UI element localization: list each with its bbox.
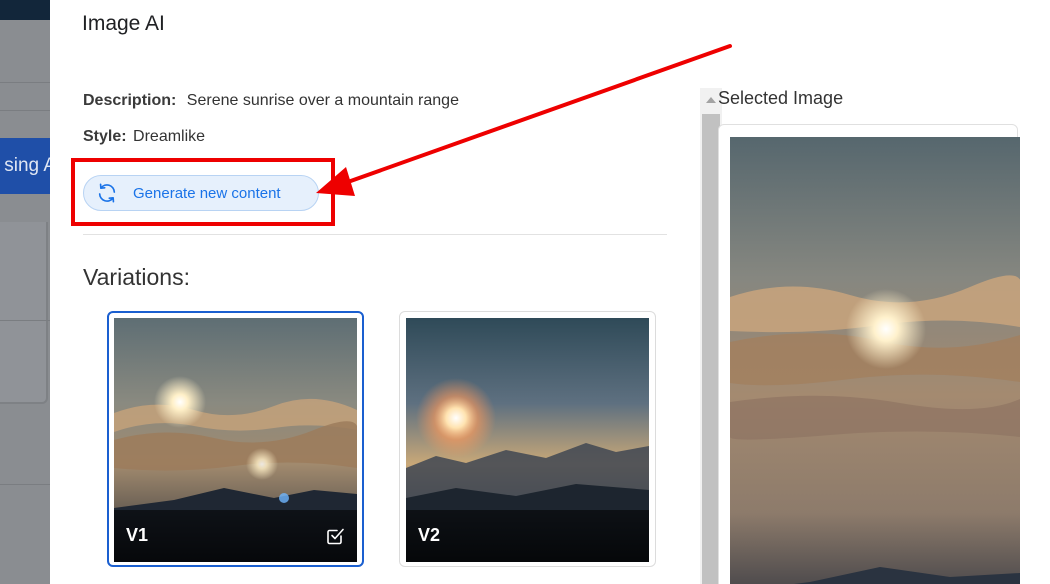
section-divider <box>83 234 667 235</box>
variation-card-v1[interactable]: V1 <box>107 311 364 567</box>
style-value: Dreamlike <box>133 128 206 145</box>
variation-label-v1: V1 <box>126 525 149 545</box>
background-divider <box>0 320 50 321</box>
background-divider <box>0 484 50 485</box>
generate-button-label: Generate new content <box>133 184 281 202</box>
variation-image-v1: V1 <box>114 318 357 562</box>
selected-image-frame <box>718 124 1020 584</box>
refresh-icon <box>96 182 118 204</box>
background-topbar <box>0 0 50 20</box>
modal-title: Image AI <box>82 12 165 35</box>
variation-image-v2: V2 <box>406 318 649 562</box>
variation-overlay: V1 <box>114 510 357 562</box>
description-row: Description: Serene sunrise over a mount… <box>83 92 459 110</box>
variation-card-v2[interactable]: V2 <box>399 311 656 567</box>
background-card <box>0 222 48 404</box>
variations-title: Variations: <box>83 264 190 290</box>
selected-image <box>730 137 1020 584</box>
style-label: Style: <box>83 128 127 145</box>
background-divider <box>0 82 50 83</box>
background-app: sing A <box>0 0 50 584</box>
description-label: Description: <box>83 92 177 109</box>
style-row: Style: Dreamlike <box>83 128 205 146</box>
background-divider <box>0 110 50 111</box>
background-primary-button: sing A <box>0 138 50 194</box>
selected-image-title: Selected Image <box>718 88 844 108</box>
checkbox-checked-icon[interactable] <box>325 526 345 546</box>
description-value: Serene sunrise over a mountain range <box>186 92 459 109</box>
variation-label-v2: V2 <box>418 525 441 545</box>
generate-new-content-button[interactable]: Generate new content <box>83 175 319 211</box>
variation-overlay: V2 <box>406 510 649 562</box>
details-pane: Description: Serene sunrise over a mount… <box>50 60 700 584</box>
